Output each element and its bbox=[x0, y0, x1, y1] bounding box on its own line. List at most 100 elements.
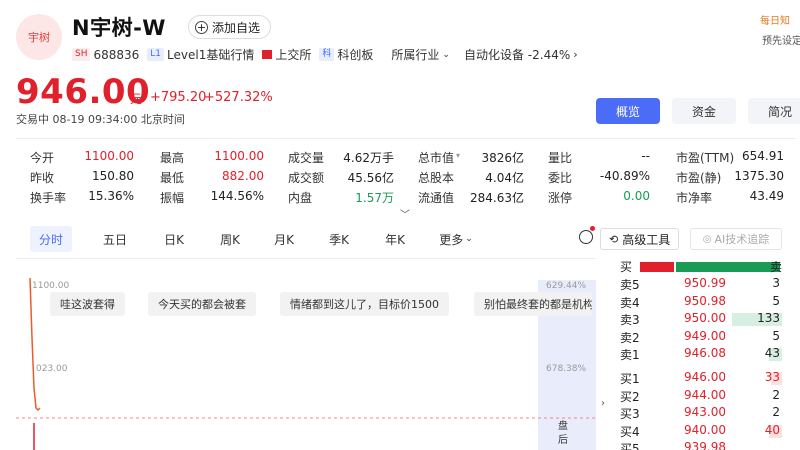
stat-value: 45.56亿 bbox=[347, 171, 394, 185]
order-price: 946.08 bbox=[684, 346, 726, 360]
ob-bid-label: 买 bbox=[620, 260, 633, 274]
level1-quote[interactable]: L1 Level1基础行情 bbox=[147, 46, 254, 63]
order-volume: 40 bbox=[764, 422, 780, 437]
ask-row: 卖3 950.00 133 bbox=[620, 311, 782, 329]
order-price: 940.00 bbox=[684, 422, 726, 437]
industry-value: 自动化设备 -2.44% bbox=[463, 48, 571, 62]
tab-quarter-k[interactable]: 季K bbox=[319, 226, 359, 252]
tab-day-k[interactable]: 日K bbox=[154, 226, 194, 252]
stock-code: SH 688836 bbox=[72, 48, 139, 62]
ai-track-button[interactable]: ◎ AI技术追踪 bbox=[690, 228, 782, 250]
exchange-label: 上交所 bbox=[275, 48, 312, 62]
bid-row: 买1 946.00 33 bbox=[620, 370, 782, 388]
tab-funds[interactable]: 资金 bbox=[672, 98, 736, 124]
order-volume: 2 bbox=[772, 387, 780, 402]
level1-icon: L1 bbox=[147, 48, 165, 61]
stock-meta-row: SH 688836 L1 Level1基础行情 上交所 科 科创板 所属行业 ⌄… bbox=[72, 46, 578, 63]
bid-row: 买5 939.98 bbox=[620, 440, 782, 450]
stat-label: 总市值 bbox=[418, 151, 455, 165]
stock-name: N宇树-W bbox=[72, 16, 166, 40]
order-price: 950.98 bbox=[684, 293, 726, 308]
order-volume: 5 bbox=[772, 293, 780, 308]
order-level-label: 卖2 bbox=[620, 330, 640, 345]
stock-code-value: 688836 bbox=[93, 47, 140, 62]
price-line bbox=[29, 277, 41, 412]
stat-value: 150.80 bbox=[92, 169, 134, 183]
order-level-label: 卖4 bbox=[620, 295, 640, 310]
level1-label: Level1基础行情 bbox=[167, 48, 255, 62]
advanced-tools-label: 高级工具 bbox=[622, 232, 671, 247]
caret-down-icon[interactable]: ▾ bbox=[456, 151, 460, 160]
bid-row: 买2 944.00 2 bbox=[620, 388, 782, 406]
order-level-label: 买4 bbox=[620, 424, 640, 439]
after-hours-label: 盘后 bbox=[558, 421, 568, 446]
stat-value: 654.91 bbox=[742, 149, 784, 163]
ask-ratio-bar bbox=[676, 262, 780, 272]
period-tabs: 分时 五日 日K 周K 月K 季K 年K 更多 ⌄ bbox=[16, 226, 596, 252]
advanced-tools-button[interactable]: ⟲ 高级工具 bbox=[600, 228, 680, 250]
comment-chip[interactable]: 哇这波套得 bbox=[50, 292, 125, 316]
logo-text: 宇树 bbox=[28, 31, 50, 44]
exchange-info: 上交所 bbox=[262, 46, 311, 63]
tab-year-k[interactable]: 年K bbox=[375, 226, 415, 252]
order-volume: 33 bbox=[764, 370, 780, 384]
ask-row: 卖2 949.00 5 bbox=[620, 329, 782, 347]
tab-week-k[interactable]: 周K bbox=[210, 226, 250, 252]
tab-five-day[interactable]: 五日 bbox=[94, 226, 136, 252]
plus-icon: + bbox=[195, 20, 208, 34]
expand-stats-chevron-icon[interactable]: ﹀ bbox=[400, 206, 410, 221]
trade-status: 交易中 08-19 09:34:00 北京时间 bbox=[16, 113, 185, 126]
daily-promo[interactable]: 每日知 bbox=[760, 12, 790, 27]
preset-link[interactable]: 预先设定 bbox=[762, 32, 800, 47]
order-volume: 133 bbox=[757, 311, 780, 325]
y-axis-top-label: 1100.00 bbox=[32, 281, 70, 291]
reset-icon[interactable] bbox=[579, 230, 593, 244]
stat-label: 成交量 bbox=[288, 151, 325, 165]
order-volume: 2 bbox=[772, 405, 780, 419]
stat-label: 市净率 bbox=[676, 191, 713, 205]
stat-value: 4.04亿 bbox=[485, 171, 524, 185]
order-level-label: 买2 bbox=[620, 389, 640, 404]
tab-overview[interactable]: 概览 bbox=[596, 98, 660, 124]
y-axis-mid-label: 023.00 bbox=[36, 364, 68, 374]
ai-track-label: AI技术追踪 bbox=[714, 233, 770, 246]
stat-label: 今开 bbox=[30, 151, 55, 165]
stats-panel: 今开 1100.00 最高 1100.00 成交量 4.62万手 总市值 ▾ 3… bbox=[16, 138, 796, 210]
chart-svg bbox=[16, 277, 596, 450]
stat-value: 4.62万手 bbox=[343, 151, 394, 165]
stat-value: 284.63亿 bbox=[470, 191, 524, 205]
order-price: 943.00 bbox=[684, 405, 726, 419]
ai-icon: ◎ bbox=[702, 233, 712, 245]
order-level-label: 买3 bbox=[620, 407, 640, 421]
industry-dropdown[interactable]: 所属行业 ⌄ bbox=[391, 46, 450, 63]
stat-value: 1100.00 bbox=[84, 149, 134, 163]
stat-value: 3826亿 bbox=[481, 151, 524, 165]
flag-icon bbox=[262, 50, 273, 59]
stat-label: 振幅 bbox=[160, 191, 185, 205]
stat-value: 1100.00 bbox=[214, 149, 264, 163]
tools-icon: ⟲ bbox=[609, 232, 619, 246]
chevron-right-icon[interactable]: › bbox=[601, 398, 605, 409]
comment-chip[interactable]: 别怕最终套的都是机构 bbox=[474, 292, 592, 316]
y-axis-right-top: 629.44% bbox=[546, 281, 587, 291]
order-level-label: 卖5 bbox=[620, 278, 640, 292]
stat-label: 市盈(静) bbox=[676, 171, 722, 185]
order-volume: 5 bbox=[772, 328, 780, 343]
price-unit: 元 bbox=[130, 92, 143, 106]
tab-brief[interactable]: 简况 bbox=[748, 98, 800, 124]
industry-link[interactable]: 自动化设备 -2.44% › bbox=[464, 46, 578, 63]
stat-value: 15.36% bbox=[88, 189, 134, 203]
price-change: +795.20 bbox=[150, 90, 207, 105]
comment-chip[interactable]: 今天买的都会被套 bbox=[148, 292, 256, 316]
order-price: 946.00 bbox=[684, 370, 726, 384]
stat-value: 43.49 bbox=[749, 189, 784, 203]
stat-label: 委比 bbox=[548, 171, 573, 185]
tab-more[interactable]: 更多 ⌄ bbox=[434, 226, 478, 252]
add-watchlist-button[interactable]: + 添加自选 bbox=[188, 15, 272, 39]
industry-label: 所属行业 bbox=[391, 48, 440, 62]
order-price: 950.99 bbox=[684, 276, 726, 290]
comment-chip[interactable]: 情绪都到这儿了，目标价1500 bbox=[280, 292, 449, 316]
tab-intraday[interactable]: 分时 bbox=[30, 226, 72, 252]
tab-month-k[interactable]: 月K bbox=[264, 226, 304, 252]
order-level-label: 买1 bbox=[620, 372, 640, 386]
